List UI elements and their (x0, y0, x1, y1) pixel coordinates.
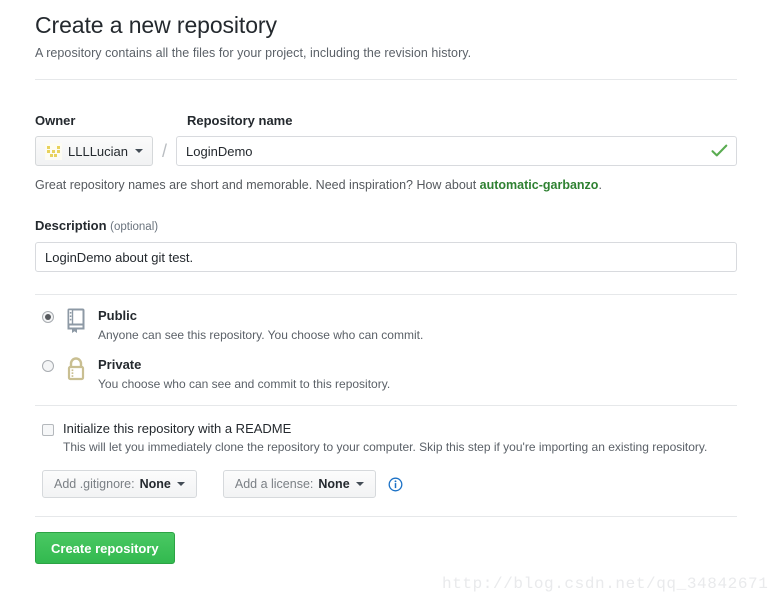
license-value: None (318, 477, 350, 491)
description-label-text: Description (35, 218, 107, 233)
visibility-private-description: You choose who can see and commit to thi… (98, 377, 391, 391)
license-prefix: Add a license: (234, 477, 314, 491)
description-label: Description (optional) (35, 218, 737, 233)
divider-submit (35, 516, 737, 517)
owner-name-row: LLLLucian / (35, 136, 737, 166)
path-separator: / (162, 141, 168, 161)
create-repository-button[interactable]: Create repository (35, 532, 175, 564)
owner-select-button[interactable]: LLLLucian (35, 136, 153, 166)
visibility-public-text: Public Anyone can see this repository. Y… (98, 307, 737, 342)
license-dropdown-button[interactable]: Add a license: None (222, 470, 376, 498)
repository-name-field (176, 136, 737, 166)
radio-private[interactable] (42, 360, 54, 372)
visibility-public-title: Public (98, 308, 138, 323)
readme-section: Initialize this repository with a README… (35, 421, 737, 498)
repository-name-input[interactable] (176, 136, 737, 166)
visibility-option-private[interactable]: Private You choose who can see and commi… (35, 356, 737, 391)
lock-icon (64, 356, 90, 383)
gitignore-dropdown-button[interactable]: Add .gitignore: None (42, 470, 197, 498)
visibility-private-text: Private You choose who can see and commi… (98, 356, 737, 391)
chevron-down-icon (176, 482, 185, 486)
hint-prefix: Great repository names are short and mem… (35, 178, 480, 192)
chevron-down-icon (355, 482, 364, 486)
readme-label: Initialize this repository with a README (63, 421, 292, 436)
check-icon (711, 144, 728, 158)
visibility-private-title: Private (98, 357, 142, 372)
page-title: Create a new repository (35, 12, 277, 38)
description-optional-text: (optional) (110, 221, 159, 233)
divider-header (35, 79, 737, 80)
description-input[interactable] (35, 242, 737, 272)
visibility-public-description: Anyone can see this repository. You choo… (98, 328, 424, 342)
gitignore-prefix: Add .gitignore: (54, 477, 135, 491)
readme-checkbox[interactable] (42, 424, 54, 436)
readme-row[interactable]: Initialize this repository with a README (35, 421, 737, 436)
radio-public[interactable] (42, 311, 54, 323)
page-subtitle: A repository contains all the files for … (35, 46, 472, 60)
submit-section: Create repository (35, 532, 737, 564)
divider-visibility (35, 405, 737, 406)
chevron-down-icon (135, 149, 143, 153)
description-section: Description (optional) (35, 218, 737, 272)
visibility-section: Public Anyone can see this repository. Y… (35, 307, 737, 391)
watermark: http://blog.csdn.net/qq_34842671 (442, 575, 769, 593)
divider-description (35, 294, 737, 295)
hint-suffix: . (598, 178, 602, 192)
repo-book-icon (64, 307, 90, 334)
repository-name-label: Repository name (187, 113, 293, 128)
repository-name-hint: Great repository names are short and mem… (35, 178, 737, 192)
owner-label: Owner (35, 113, 76, 128)
info-circle-icon[interactable] (388, 477, 403, 492)
field-labels-row: Owner Repository name (35, 113, 737, 128)
random-name-link[interactable]: automatic-garbanzo (480, 178, 599, 192)
visibility-option-public[interactable]: Public Anyone can see this repository. Y… (35, 307, 737, 342)
template-dropdowns-row: Add .gitignore: None Add a license: None (42, 470, 737, 498)
owner-name-section: Owner Repository name LLLLucian / LoginD… (35, 113, 737, 192)
readme-description: This will let you immediately clone the … (63, 440, 708, 454)
gitignore-value: None (139, 477, 171, 491)
identicon-avatar (45, 142, 62, 160)
create-repository-form: Create a new repository A repository con… (35, 0, 737, 564)
owner-name-text: LLLLucian (68, 143, 128, 159)
